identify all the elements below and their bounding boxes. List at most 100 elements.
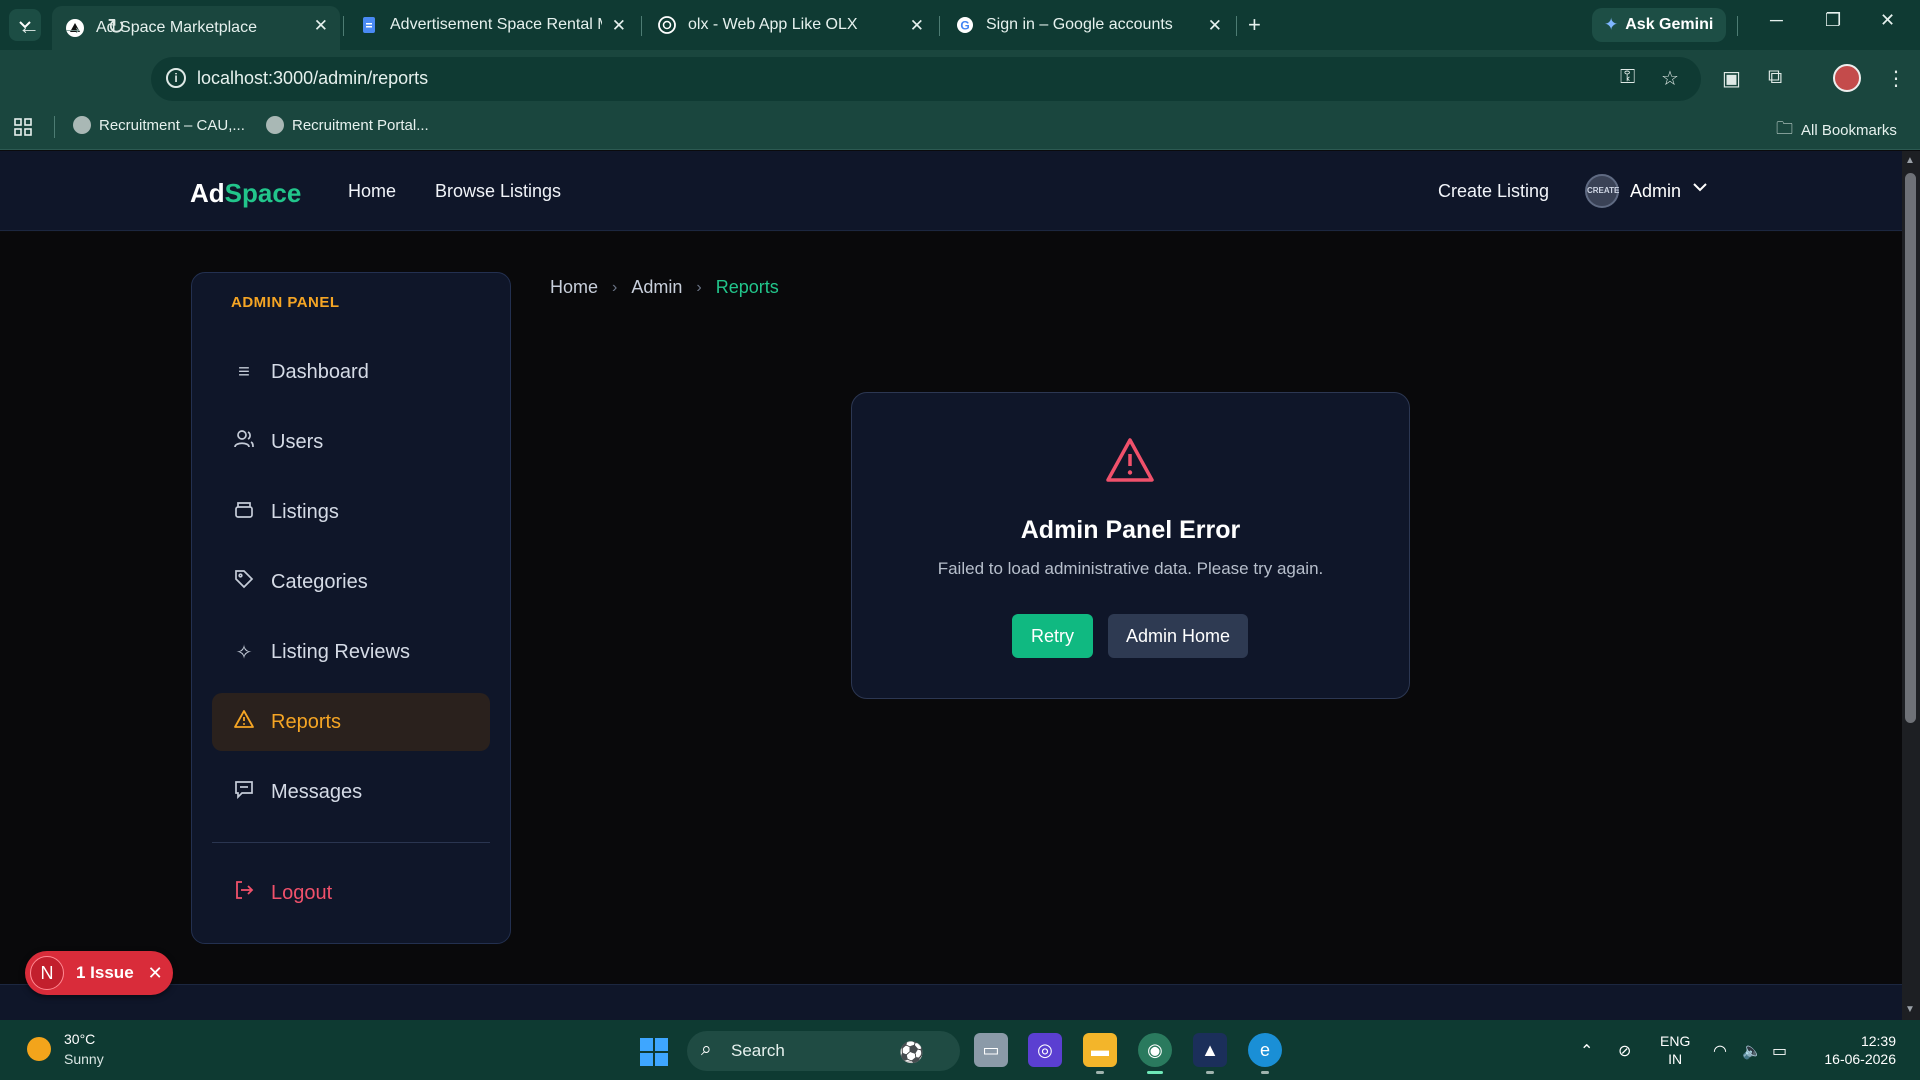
- scroll-up-icon[interactable]: ▲: [1905, 155, 1915, 166]
- apps-grid-icon[interactable]: [14, 118, 32, 136]
- url-text[interactable]: localhost:3000/admin/reports: [197, 68, 428, 89]
- location-off-icon[interactable]: ⊘: [1618, 1041, 1631, 1061]
- tab-google-signin[interactable]: G Sign in – Google accounts ✕: [942, 6, 1234, 44]
- create-listing-link[interactable]: Create Listing: [1438, 181, 1549, 202]
- sidebar-item-label: Reports: [271, 710, 342, 733]
- bookmark-label: Recruitment Portal...: [292, 116, 429, 134]
- close-icon[interactable]: ✕: [910, 16, 924, 36]
- weather-condition[interactable]: Sunny: [64, 1051, 104, 1067]
- all-bookmarks-button[interactable]: 🗀 All Bookmarks: [1776, 116, 1897, 145]
- user-menu-label[interactable]: Admin: [1630, 181, 1681, 202]
- close-icon[interactable]: ✕: [314, 16, 328, 36]
- edge-icon[interactable]: e: [1248, 1033, 1282, 1067]
- password-key-icon[interactable]: ⚿: [1620, 66, 1635, 89]
- issues-count[interactable]: 1 Issue: [76, 963, 134, 983]
- logout-icon: [232, 880, 256, 906]
- bookmark-star-icon[interactable]: ☆: [1661, 66, 1679, 91]
- clock-date: 16-06-2026: [1824, 1051, 1896, 1067]
- volume-icon[interactable]: 🔈: [1742, 1041, 1762, 1061]
- logout-button[interactable]: Logout: [212, 864, 490, 922]
- breadcrumb-home[interactable]: Home: [550, 277, 598, 298]
- sun-icon[interactable]: [27, 1037, 51, 1061]
- tab-olx[interactable]: olx - Web App Like OLX ✕: [644, 6, 936, 44]
- close-icon[interactable]: ✕: [612, 16, 626, 36]
- puzzle-icon[interactable]: ⧉: [1768, 66, 1782, 89]
- windows-start-icon[interactable]: [640, 1038, 668, 1066]
- window-close-icon[interactable]: ✕: [1880, 10, 1895, 31]
- close-icon[interactable]: ✕: [148, 963, 163, 984]
- admin-home-button[interactable]: Admin Home: [1108, 614, 1248, 658]
- restore-icon[interactable]: ❐: [1825, 10, 1841, 31]
- tab-advertisement[interactable]: Advertisement Space Rental Ma ✕: [346, 6, 638, 44]
- taskbar-search[interactable]: ⌕ Search ⚽: [687, 1031, 960, 1071]
- sidebar-item-messages[interactable]: Messages: [212, 763, 490, 821]
- sidebar-item-users[interactable]: Users: [212, 413, 490, 471]
- new-tab-icon[interactable]: +: [1248, 12, 1261, 38]
- weather-temperature[interactable]: 30°C: [64, 1031, 95, 1047]
- list-icon: ≡: [238, 360, 250, 383]
- message-icon: [232, 779, 256, 805]
- back-arrow-icon[interactable]: ←: [18, 14, 40, 40]
- footer-strip: [0, 984, 1902, 1020]
- battery-icon[interactable]: ▭: [1772, 1041, 1787, 1061]
- close-icon[interactable]: ✕: [1208, 16, 1222, 36]
- ask-gemini-label: Ask Gemini: [1625, 16, 1714, 33]
- user-avatar[interactable]: CREATE: [1585, 174, 1619, 208]
- clock-time: 12:39: [1860, 1033, 1896, 1049]
- nav-browse-listings-link[interactable]: Browse Listings: [435, 181, 561, 202]
- language-region: IN: [1668, 1051, 1683, 1067]
- nextjs-logo-icon: N: [30, 956, 64, 990]
- docs-favicon-icon: [363, 17, 375, 33]
- openai-favicon-icon: [658, 16, 676, 34]
- forward-arrow-icon[interactable]: →: [62, 14, 84, 40]
- retry-button[interactable]: Retry: [1012, 614, 1093, 658]
- windows-taskbar: [0, 1020, 1920, 1080]
- app-icon[interactable]: ◎: [1028, 1033, 1062, 1067]
- scrollbar-thumb[interactable]: [1905, 173, 1916, 723]
- sidebar-divider: [212, 842, 490, 843]
- breadcrumb-admin[interactable]: Admin: [631, 277, 682, 298]
- reload-icon[interactable]: ↻: [107, 14, 125, 40]
- issues-badge[interactable]: N 1 Issue ✕: [25, 951, 173, 995]
- sidebar-item-dashboard[interactable]: ≡ Dashboard: [212, 343, 490, 401]
- menu-dots-icon[interactable]: ⋮: [1886, 66, 1906, 91]
- chrome-icon[interactable]: ◉: [1138, 1033, 1172, 1067]
- active-indicator: [1147, 1071, 1163, 1074]
- warning-icon: [1104, 436, 1156, 489]
- bookmark-item[interactable]: Recruitment Portal...: [266, 116, 429, 134]
- wifi-icon[interactable]: ◠: [1713, 1041, 1727, 1061]
- tab-label: Advertisement Space Rental Ma: [390, 16, 602, 33]
- tab-ad-space[interactable]: Ad Space Marketplace ✕: [52, 6, 340, 50]
- extension-icon[interactable]: ▣: [1722, 66, 1741, 91]
- chevron-down-icon[interactable]: [1692, 179, 1708, 197]
- sidebar-item-reports[interactable]: Reports: [212, 693, 490, 751]
- site-info-icon[interactable]: i: [166, 68, 186, 88]
- bookmark-favicon-icon: [73, 116, 91, 134]
- task-view-icon[interactable]: ▭: [974, 1033, 1008, 1067]
- arch-app-icon[interactable]: ▲: [1193, 1033, 1227, 1067]
- ask-gemini-button[interactable]: ✦ Ask Gemini: [1592, 8, 1726, 42]
- box-icon: [232, 499, 256, 525]
- profile-avatar[interactable]: [1833, 64, 1861, 92]
- language-indicator[interactable]: ENG IN: [1660, 1032, 1690, 1068]
- sidebar-item-label: Listings: [271, 500, 339, 523]
- error-title: Admin Panel Error: [1020, 516, 1241, 544]
- warning-icon: [232, 709, 256, 735]
- file-explorer-icon[interactable]: ▬: [1083, 1033, 1117, 1067]
- tab-label: olx - Web App Like OLX: [688, 16, 858, 33]
- chevron-up-icon[interactable]: ⌃: [1580, 1041, 1593, 1061]
- soccer-ball-icon: ⚽: [899, 1042, 924, 1064]
- sidebar-item-listing-reviews[interactable]: ✧ Listing Reviews: [212, 623, 490, 681]
- system-clock[interactable]: 12:39 16-06-2026: [1818, 1032, 1896, 1068]
- scroll-down-icon[interactable]: ▼: [1905, 1004, 1915, 1015]
- bookmark-item[interactable]: Recruitment – CAU,...: [73, 116, 245, 134]
- folder-icon: 🗀: [1776, 119, 1793, 138]
- sidebar-item-label: Users: [271, 430, 324, 453]
- sidebar-item-categories[interactable]: Categories: [212, 553, 490, 611]
- brand-logo[interactable]: AdSpace: [190, 178, 301, 209]
- chevron-right-icon: ›: [696, 278, 702, 296]
- nav-home-link[interactable]: Home: [348, 181, 396, 202]
- sidebar-item-label: Categories: [271, 570, 368, 593]
- sidebar-item-listings[interactable]: Listings: [212, 483, 490, 541]
- minimize-icon[interactable]: ─: [1770, 10, 1783, 31]
